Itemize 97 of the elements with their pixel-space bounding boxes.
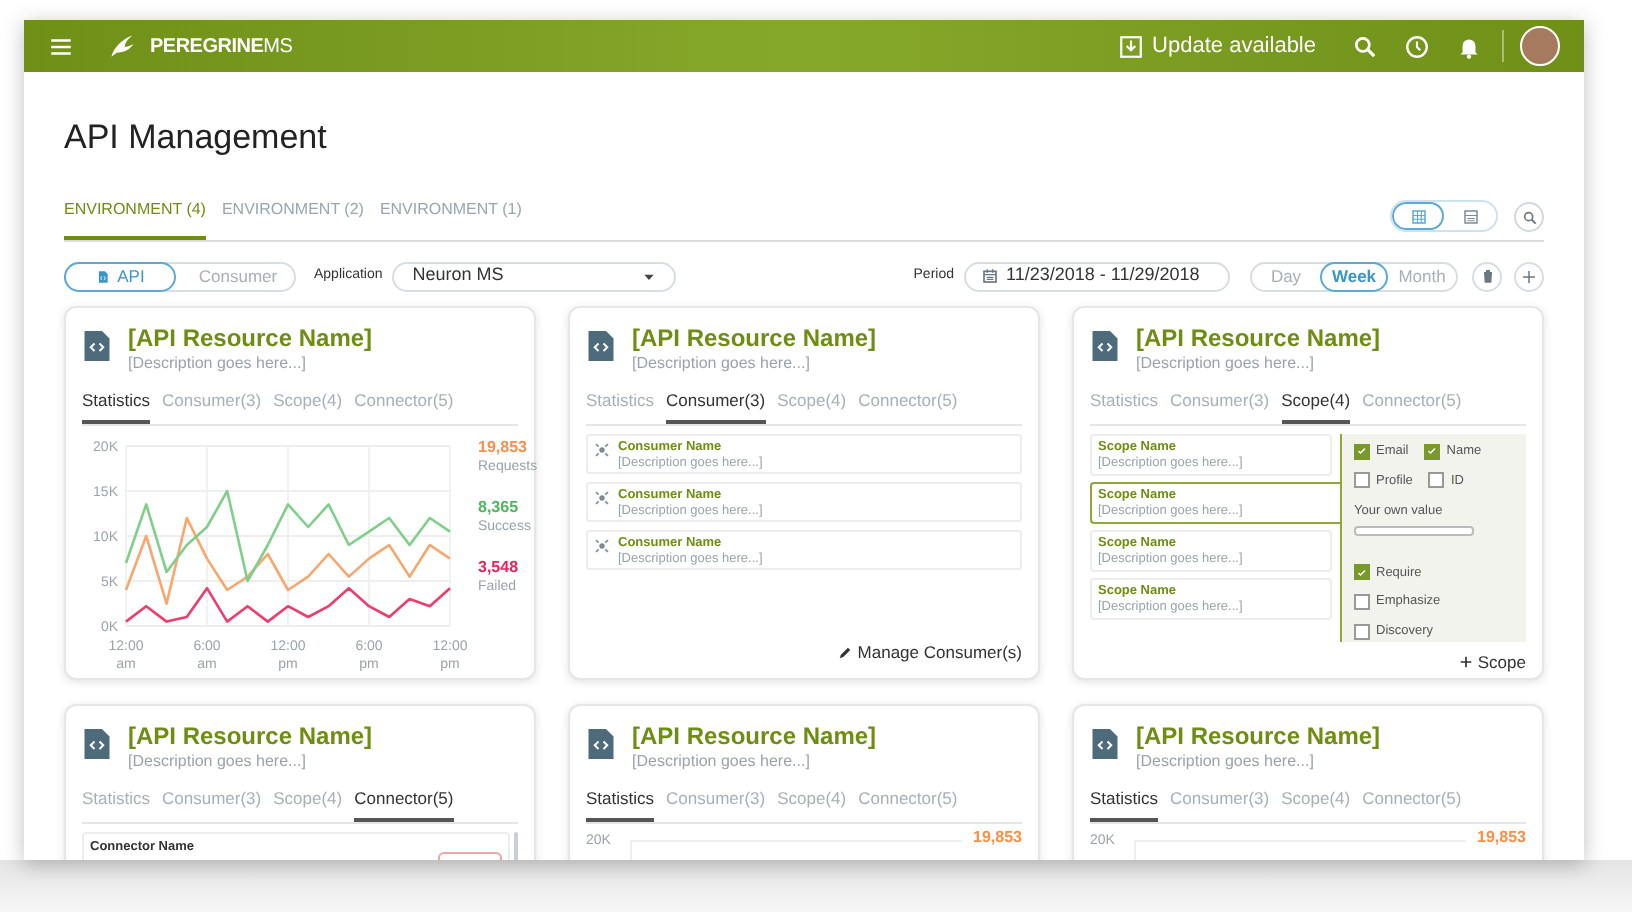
legend-value: 8,365	[478, 497, 521, 518]
check-icon	[1426, 444, 1439, 459]
legend-value: 19,853	[973, 827, 1022, 848]
page-title: API Management	[64, 116, 329, 156]
application-select[interactable]: Neuron MS	[392, 261, 677, 291]
range-toggle-button[interactable]: Month	[1388, 263, 1456, 289]
avatar[interactable]	[1520, 26, 1560, 66]
plus-icon	[1457, 654, 1474, 671]
card-tab[interactable]: Consumer(3)	[1170, 786, 1270, 822]
card-tab[interactable]: Connector(5)	[858, 388, 958, 424]
grid-icon	[1409, 207, 1427, 225]
own-value-field[interactable]	[1354, 526, 1474, 535]
card-tab[interactable]: Statistics	[82, 786, 151, 822]
delete-button[interactable]	[1472, 261, 1502, 291]
file-code-icon	[586, 726, 616, 762]
card-tab[interactable]: Connector(5)	[1362, 388, 1462, 424]
checkbox[interactable]	[1428, 472, 1445, 489]
resource-title: [API Resource Name]	[1136, 722, 1381, 752]
download-icon	[1118, 33, 1145, 59]
card-tab[interactable]: Consumer(3)	[666, 786, 766, 822]
card-tab[interactable]: Statistics	[82, 388, 151, 424]
date-range-field[interactable]: 11/23/2018 - 11/29/2018	[964, 261, 1230, 291]
checkbox[interactable]	[1354, 564, 1370, 581]
card-tab[interactable]: Scope(4)	[777, 786, 847, 822]
card-tab[interactable]: Statistics	[586, 786, 655, 822]
search-icon	[1352, 33, 1378, 59]
resource-description: [Description goes here...]	[1136, 752, 1316, 772]
checkbox[interactable]	[1354, 443, 1370, 460]
target-icon	[594, 537, 610, 554]
card-tab[interactable]: Consumer(3)	[666, 388, 766, 424]
update-button[interactable]: Update available	[1118, 29, 1316, 63]
add-scope-button[interactable]: Scope	[1457, 649, 1526, 675]
file-code-icon	[1090, 328, 1120, 364]
add-button[interactable]	[1514, 261, 1544, 291]
calendar-icon	[982, 268, 998, 284]
file-code-icon	[82, 726, 112, 762]
logo-text: PEREGRINEMS	[150, 33, 293, 61]
checkbox[interactable]	[1424, 443, 1441, 460]
card-tab[interactable]: Statistics	[1090, 786, 1159, 822]
checkbox[interactable]	[1354, 623, 1370, 640]
resource-description: [Description goes here...]	[1136, 354, 1316, 374]
check-icon	[1356, 565, 1368, 580]
environment-tab[interactable]: ENVIRONMENT (4)	[64, 198, 206, 240]
card-tab[interactable]: Scope(4)	[777, 388, 847, 424]
clock-icon	[1404, 33, 1430, 59]
card-tab[interactable]: Scope(4)	[273, 786, 343, 822]
type-toggle-button[interactable]: API	[64, 261, 176, 291]
card-tab[interactable]: Scope(4)	[273, 388, 343, 424]
card-tab[interactable]: Scope(4)	[1281, 786, 1351, 822]
card-tab[interactable]: Consumer(3)	[1170, 388, 1270, 424]
checkbox[interactable]	[1354, 472, 1370, 489]
check-icon	[1356, 444, 1368, 459]
menu-icon	[48, 33, 74, 59]
resource-description: [Description goes here...]	[128, 354, 308, 374]
resource-title: [API Resource Name]	[1136, 324, 1381, 354]
file-icon	[95, 269, 110, 283]
card-tab[interactable]: Statistics	[1090, 388, 1159, 424]
resource-title: [API Resource Name]	[128, 722, 373, 752]
card-tab[interactable]: Connector(5)	[354, 786, 454, 822]
search-button[interactable]	[1514, 202, 1544, 232]
update-label: Update available	[1152, 31, 1316, 62]
resource-description: [Description goes here...]	[632, 354, 812, 374]
environment-tab[interactable]: ENVIRONMENT (1)	[379, 198, 522, 240]
plus-icon	[1520, 267, 1538, 285]
range-toggle-button[interactable]: Day	[1252, 263, 1320, 289]
file-code-icon	[586, 328, 616, 364]
resource-title: [API Resource Name]	[632, 722, 877, 752]
resource-description: [Description goes here...]	[632, 752, 812, 772]
bell-icon	[1456, 33, 1482, 59]
environment-tab[interactable]: ENVIRONMENT (2)	[221, 198, 364, 240]
caret-icon	[642, 269, 657, 283]
target-icon	[594, 441, 610, 458]
resource-title: [API Resource Name]	[632, 324, 877, 354]
card-tab[interactable]: Connector(5)	[858, 786, 958, 822]
legend-value: 3,548	[478, 557, 521, 578]
resource-title: [API Resource Name]	[128, 324, 373, 354]
list-icon	[1461, 207, 1479, 225]
legend-value: 19,853	[1477, 827, 1526, 848]
file-code-icon	[1090, 726, 1120, 762]
card-tab[interactable]: Consumer(3)	[162, 786, 262, 822]
file-code-icon	[82, 328, 112, 364]
card-tab[interactable]: Connector(5)	[1362, 786, 1462, 822]
grid-view-button[interactable]	[1392, 202, 1444, 230]
card-tab[interactable]: Connector(5)	[354, 388, 454, 424]
card-tab[interactable]: Consumer(3)	[162, 388, 262, 424]
type-toggle-button[interactable]: Consumer	[174, 263, 294, 289]
target-icon	[594, 489, 610, 506]
search-icon	[1521, 209, 1537, 225]
range-toggle-button[interactable]: Week	[1320, 261, 1388, 291]
resource-description: [Description goes here...]	[128, 752, 308, 772]
card-tab[interactable]: Scope(4)	[1281, 388, 1351, 424]
checkbox[interactable]	[1354, 594, 1370, 611]
pencil-icon	[837, 646, 852, 661]
legend-value: 19,853	[478, 437, 529, 458]
manage-consumers-link[interactable]: Manage Consumer(s)	[837, 640, 1022, 666]
card-tab[interactable]: Statistics	[586, 388, 655, 424]
trash-icon	[1479, 268, 1495, 284]
